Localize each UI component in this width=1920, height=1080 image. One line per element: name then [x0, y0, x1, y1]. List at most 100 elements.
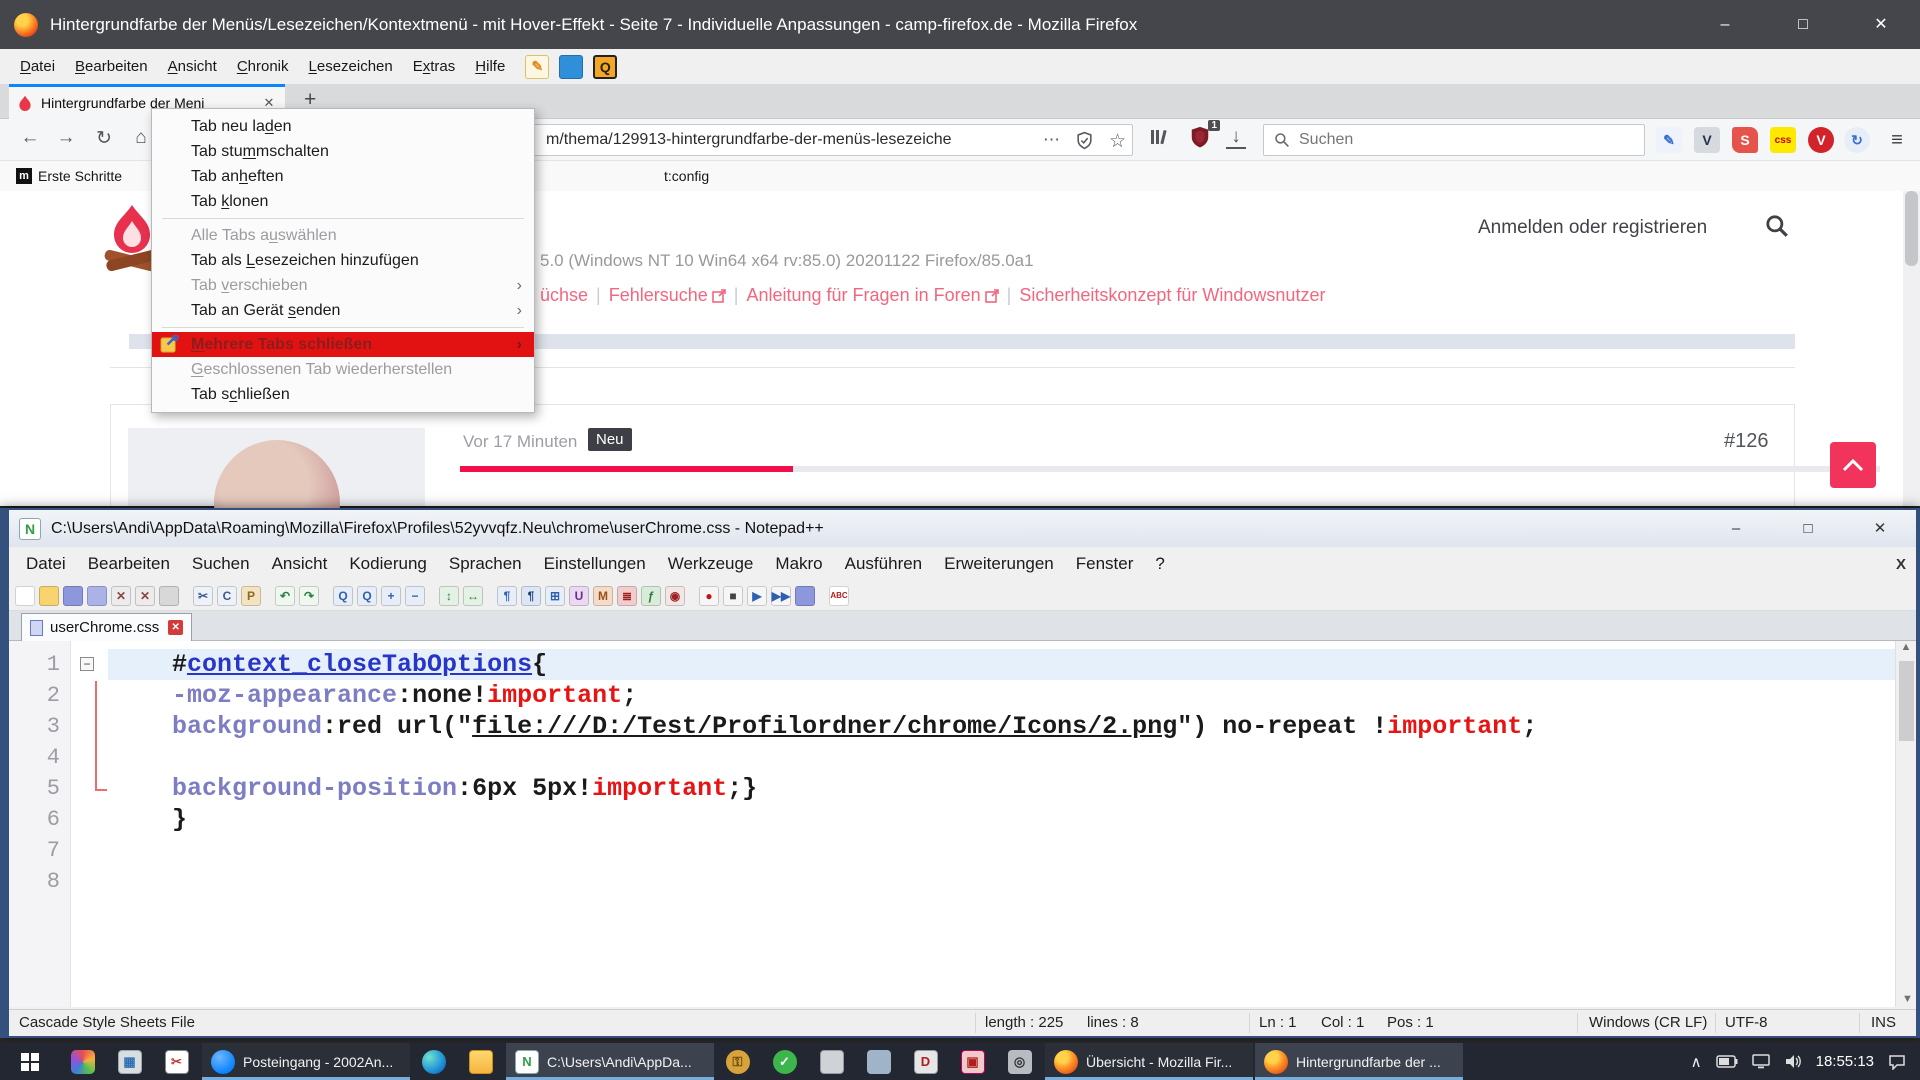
open-file-icon[interactable] — [39, 586, 59, 606]
function-list-icon[interactable]: ƒ — [641, 586, 661, 606]
context-menu-item-tab-schließen[interactable]: Tab schließen — [152, 382, 534, 407]
menu-lesezeichen[interactable]: Lesezeichen — [299, 58, 403, 75]
copy-icon[interactable]: C — [217, 586, 237, 606]
notes-app[interactable] — [855, 1043, 902, 1080]
signature-link[interactable]: Anleitung für Fragen in Foren — [746, 285, 980, 305]
menu-makro[interactable]: Makro — [764, 554, 833, 574]
custom-search-icon[interactable]: Q — [593, 55, 617, 79]
bookmark-star-icon[interactable]: ☆ — [1109, 130, 1126, 153]
show-all-chars-icon[interactable]: ¶ — [521, 586, 541, 606]
shield-check-icon[interactable] — [1075, 131, 1094, 155]
context-menu-item-tab-als-lesezeichen-hinzufügen[interactable]: Tab als Lesezeichen hinzufügen — [152, 248, 534, 273]
page-scrollbar[interactable] — [1903, 191, 1920, 506]
hamburger-menu-icon[interactable]: ≡ — [1884, 127, 1910, 153]
menu-ausfhren[interactable]: Ausführen — [834, 554, 934, 574]
v-extension-icon[interactable]: V — [1694, 127, 1720, 153]
context-menu-item-tab-an-gerät-senden[interactable]: Tab an Gerät senden› — [152, 298, 534, 323]
scrollbar-thumb[interactable] — [1899, 661, 1914, 741]
close-button[interactable]: ✕ — [1842, 0, 1920, 49]
menu-werkzeuge[interactable]: Werkzeuge — [657, 554, 765, 574]
cut-icon[interactable]: ✂ — [193, 586, 213, 606]
doc-map-icon[interactable]: M — [593, 586, 613, 606]
custom-folder-icon[interactable] — [559, 55, 583, 79]
macro-save-icon[interactable] — [795, 586, 815, 606]
monitor-app[interactable]: ▦ — [106, 1043, 153, 1080]
scrollbar-thumb[interactable] — [1905, 191, 1918, 266]
back-button[interactable]: ← — [16, 127, 44, 149]
download-icon[interactable]: ↓ — [1226, 127, 1246, 149]
bookmark-config[interactable]: t:config — [664, 168, 709, 184]
post-number[interactable]: #126 — [1724, 430, 1769, 453]
fold-collapse-icon[interactable]: − — [80, 657, 94, 671]
menu-ansicht[interactable]: Ansicht — [261, 554, 339, 574]
paste-icon[interactable]: P — [241, 586, 261, 606]
menubar-close-button[interactable]: X — [1896, 556, 1906, 573]
document-close-icon[interactable]: ✕ — [168, 620, 183, 635]
signature-link[interactable]: Fehlersuche — [609, 285, 708, 305]
library-icon[interactable] — [1146, 128, 1174, 152]
spell-check-icon[interactable]: ABC — [829, 586, 849, 606]
editor-scrollbar[interactable]: ▲▼ — [1895, 641, 1916, 1007]
snip-app[interactable]: ✂ — [153, 1043, 200, 1080]
remote-pc-app[interactable]: ▣ — [949, 1043, 996, 1080]
signature-link[interactable]: Sicherheitskonzept für Windowsnutzer — [1019, 285, 1325, 305]
macro-stop-icon[interactable]: ■ — [723, 586, 743, 606]
ublock-icon[interactable]: 1 — [1186, 125, 1214, 155]
maximize-button[interactable]: □ — [1764, 0, 1842, 49]
macro-multi-icon[interactable]: ▶▶ — [771, 586, 791, 606]
save-icon[interactable] — [63, 586, 83, 606]
document-tab[interactable]: userChrome.css ✕ — [21, 613, 192, 641]
forward-button[interactable]: → — [52, 127, 80, 149]
explorer-app[interactable] — [457, 1043, 504, 1080]
menu-suchen[interactable]: Suchen — [181, 554, 261, 574]
firefox-task-2[interactable]: Hintergrundfarbe der ... — [1255, 1043, 1463, 1080]
menu-[interactable]: ? — [1144, 554, 1175, 574]
page-search-icon[interactable] — [1764, 213, 1790, 244]
bookmark-erste-schritte[interactable]: m Erste Schritte — [16, 168, 122, 184]
menu-datei[interactable]: Datei — [10, 58, 65, 75]
context-menu-item-tab-stummschalten[interactable]: Tab stummschalten — [152, 139, 534, 164]
menu-fenster[interactable]: Fenster — [1065, 554, 1145, 574]
minimize-button[interactable]: – — [1700, 510, 1772, 547]
taskbar-clock[interactable]: 18:55:13 — [1816, 1053, 1874, 1070]
close-all-icon[interactable]: ✕ — [135, 586, 155, 606]
replace-icon[interactable]: Q — [357, 586, 377, 606]
menu-chronik[interactable]: Chronik — [227, 58, 299, 75]
signature-link[interactable]: üchse — [540, 285, 588, 305]
sync-v-icon[interactable]: ↕ — [439, 586, 459, 606]
close-file-icon[interactable]: ✕ — [111, 586, 131, 606]
zoom-out-icon[interactable]: − — [405, 586, 425, 606]
firefox-task-1[interactable]: Übersicht - Mozilla Fir... — [1045, 1043, 1253, 1080]
context-menu-item-tab-neu-laden[interactable]: Tab neu laden — [152, 114, 534, 139]
context-menu-item-tab-klonen[interactable]: Tab klonen — [152, 189, 534, 214]
search-bar[interactable] — [1263, 124, 1645, 156]
redo-icon[interactable]: ↷ — [299, 586, 319, 606]
zoom-in-icon[interactable]: + — [381, 586, 401, 606]
css-extension-icon[interactable]: css — [1770, 127, 1796, 153]
menu-xtras[interactable]: Extras — [403, 58, 466, 75]
capture-app[interactable]: ◎ — [996, 1043, 1043, 1080]
doc-list-icon[interactable]: ≣ — [617, 586, 637, 606]
page-actions-icon[interactable]: ⋯ — [1043, 130, 1060, 150]
search-input[interactable] — [1299, 131, 1599, 149]
menu-kodierung[interactable]: Kodierung — [338, 554, 438, 574]
code-editor[interactable]: 12345678 − #context_closeTabOptions{-moz… — [9, 641, 1916, 1007]
thunderbird-task[interactable]: Posteingang - 2002An... — [202, 1043, 410, 1080]
v-red-extension-icon[interactable]: V — [1808, 127, 1834, 153]
sync-extension-icon[interactable]: ↻ — [1844, 127, 1870, 153]
d-tool-app[interactable]: D — [902, 1043, 949, 1080]
signin-link[interactable]: Anmelden oder registrieren — [1478, 217, 1707, 239]
menu-bearbeiten[interactable]: Bearbeiten — [77, 554, 181, 574]
macro-play-icon[interactable]: ▶ — [747, 586, 767, 606]
sync-h-icon[interactable]: ↔ — [463, 586, 483, 606]
print-icon[interactable] — [159, 586, 179, 606]
keepass-app[interactable]: ⚿ — [714, 1043, 761, 1080]
new-file-icon[interactable] — [15, 586, 35, 606]
monitoring-icon[interactable]: ◉ — [665, 586, 685, 606]
scroll-top-button[interactable] — [1830, 442, 1876, 488]
menu-sprachen[interactable]: Sprachen — [438, 554, 533, 574]
script-extension-icon[interactable]: S — [1732, 127, 1758, 153]
context-menu-item-mehrere-tabs-schließen[interactable]: Mehrere Tabs schließen› — [152, 332, 534, 357]
menu-datei[interactable]: Datei — [15, 554, 77, 574]
close-button[interactable]: ✕ — [1844, 510, 1916, 547]
